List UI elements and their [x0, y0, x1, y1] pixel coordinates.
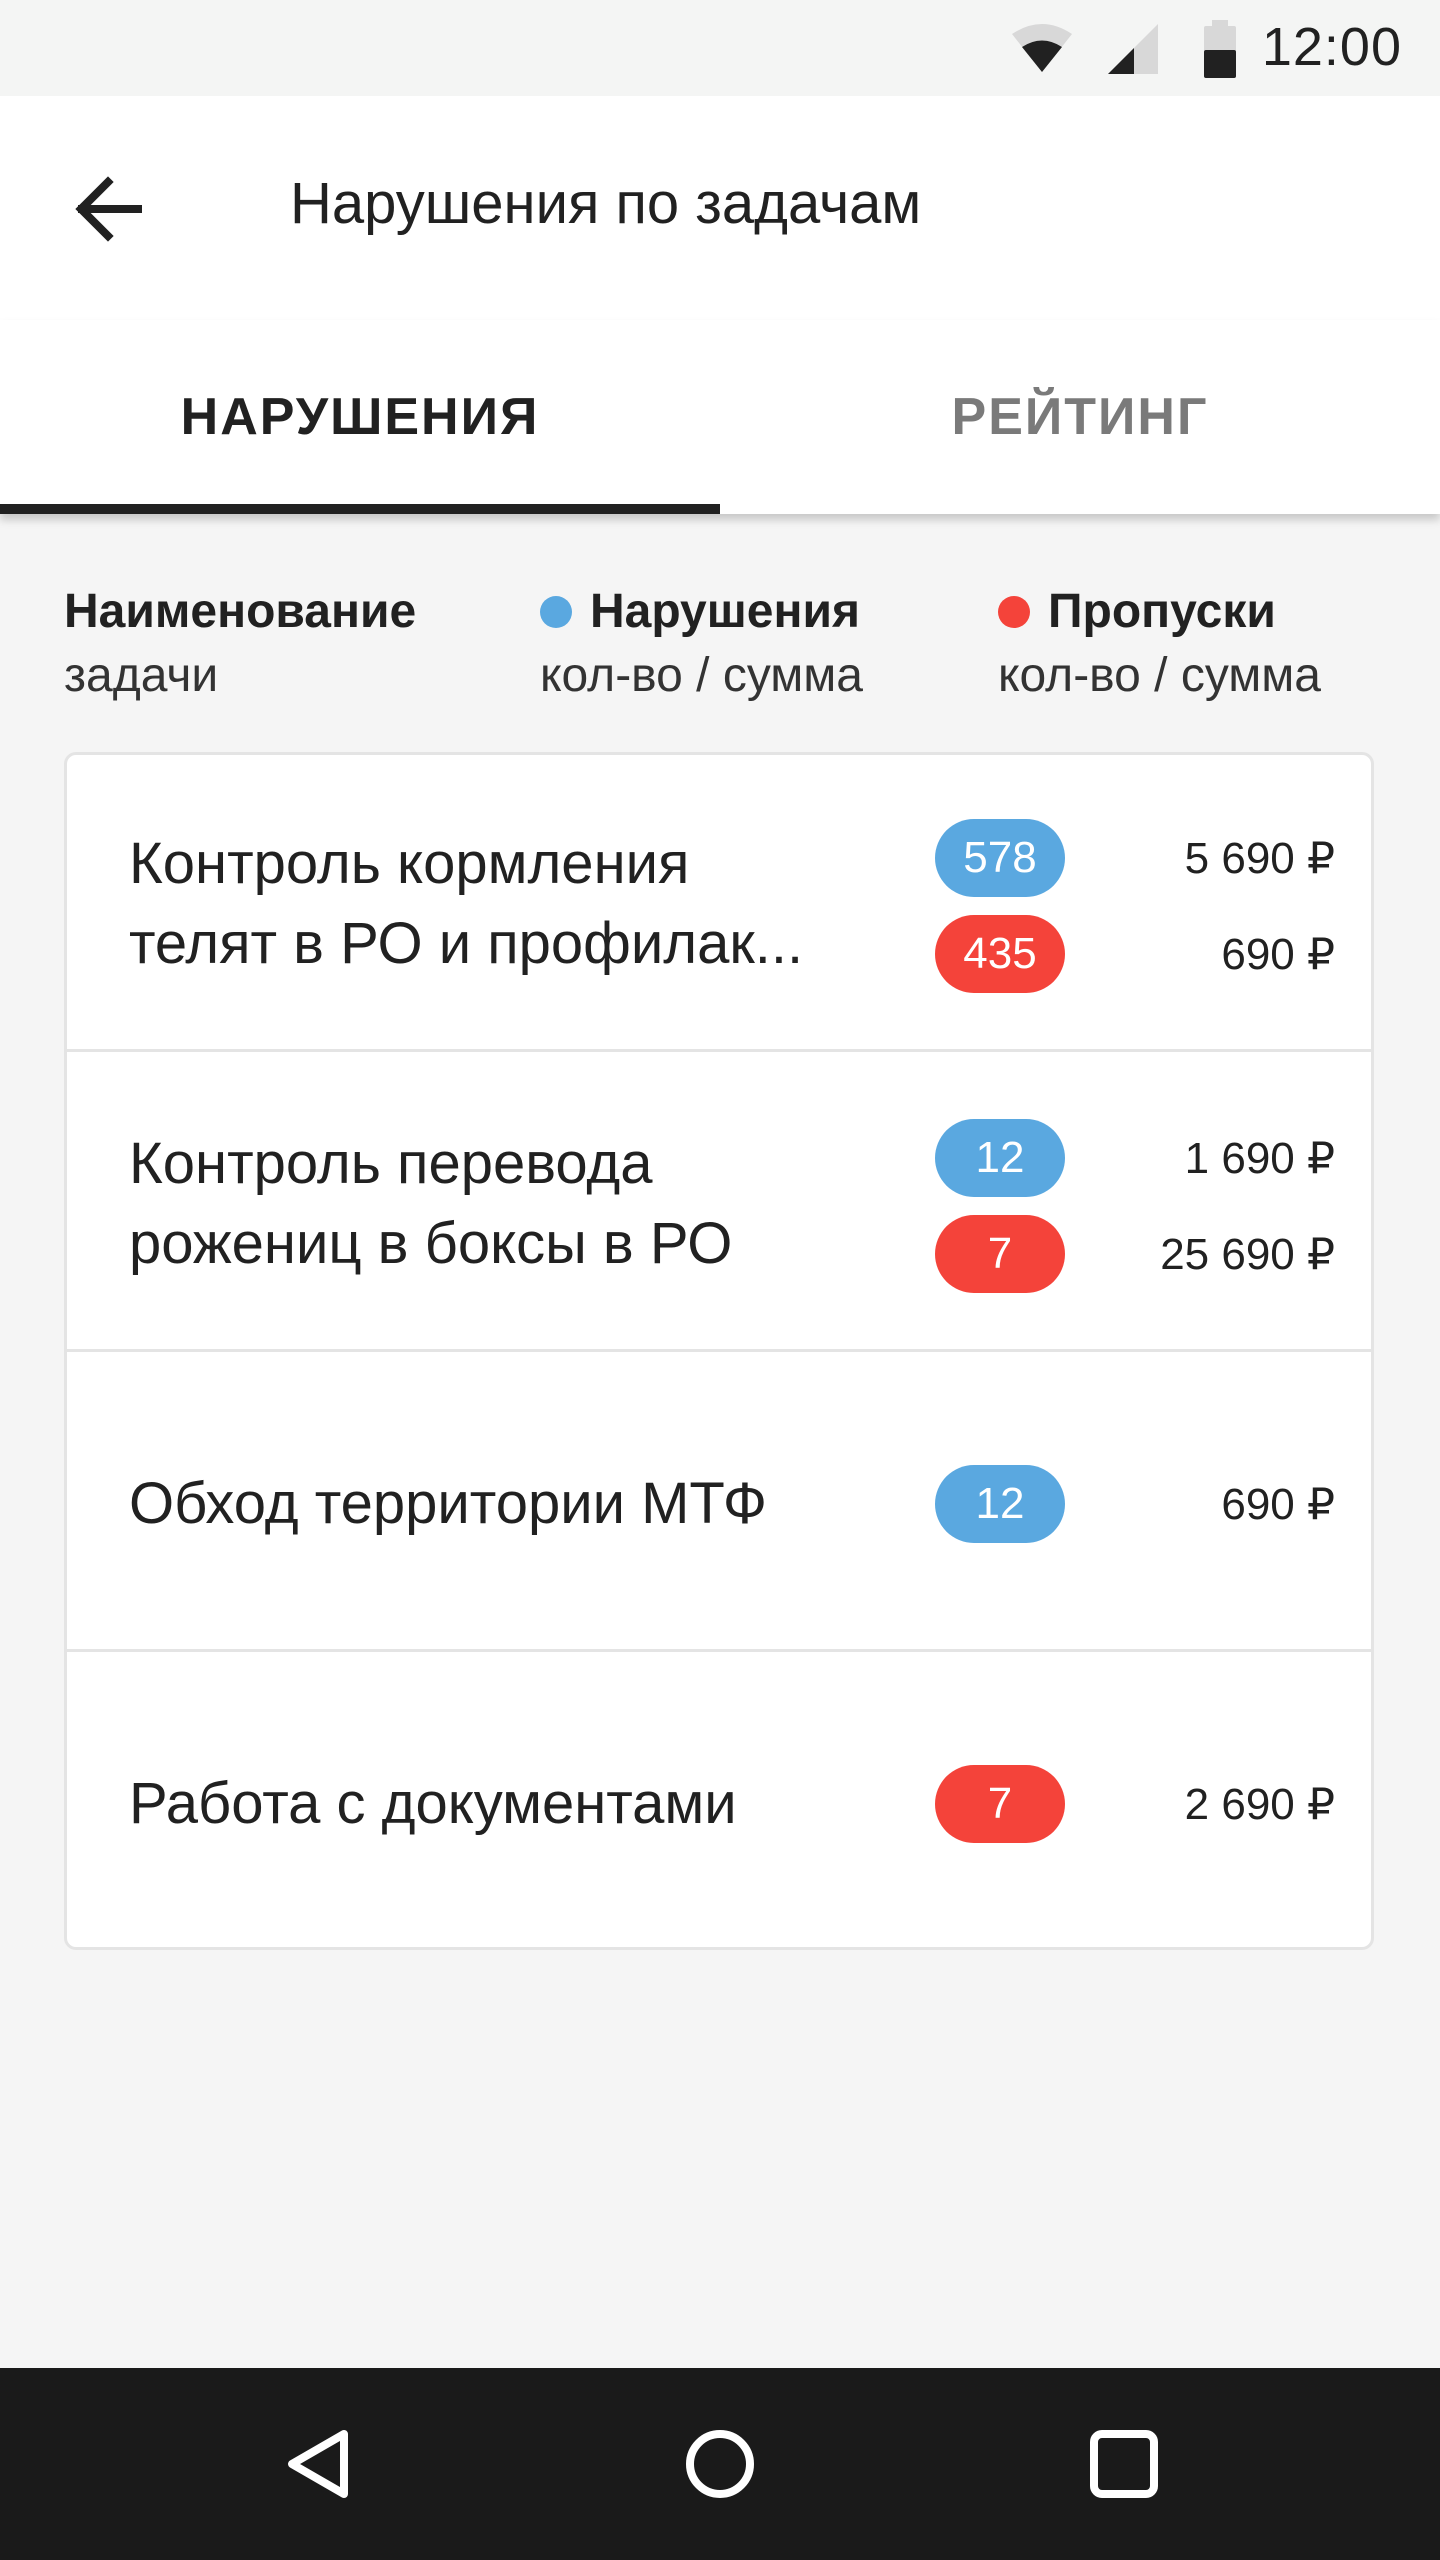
tab-violations-label: НАРУШЕНИЯ: [180, 388, 540, 446]
violations-sum: 5 690 ₽: [1184, 833, 1335, 883]
task-row[interactable]: Обход территории МТФ 12 690 ₽: [67, 1355, 1371, 1652]
misses-sum: 25 690 ₽: [1160, 1229, 1335, 1279]
violations-pair: 12 1 690 ₽: [935, 1119, 1335, 1199]
misses-count-badge: 7: [935, 1765, 1065, 1843]
nav-back-icon[interactable]: [260, 2404, 380, 2524]
column-violations-subtitle: кол-во / сумма: [540, 649, 863, 702]
misses-pair: 7 25 690 ₽: [935, 1215, 1335, 1295]
violations-pair: 12 690 ₽: [935, 1465, 1335, 1545]
tab-rating[interactable]: РЕЙТИНГ: [720, 320, 1440, 514]
cell-signal-icon: [1108, 24, 1158, 74]
system-nav-bar: [0, 2368, 1440, 2560]
task-name: Контроль кормления телят в РО и профилак…: [129, 755, 949, 1052]
task-name-line: Контроль кормления: [129, 830, 690, 896]
column-misses-subtitle: кол-во / сумма: [998, 649, 1321, 702]
column-header-violations: Нарушения кол-во / сумма: [540, 580, 863, 708]
column-misses-title: Пропуски: [1048, 585, 1276, 638]
violations-count-badge: 12: [935, 1465, 1065, 1543]
task-name-line: рожениц в боксы в РО: [129, 1210, 733, 1276]
nav-home-icon[interactable]: [660, 2404, 780, 2524]
arrow-back-icon: [75, 176, 142, 242]
misses-sum: 690 ₽: [1221, 929, 1335, 979]
column-name-title: Наименование: [64, 585, 417, 638]
misses-legend-dot: [998, 596, 1030, 628]
tab-rating-label: РЕЙТИНГ: [951, 388, 1209, 446]
violations-pair: 578 5 690 ₽: [935, 819, 1335, 899]
status-bar: 12:00: [0, 0, 1440, 96]
wifi-icon: [1012, 24, 1072, 72]
violations-sum: 690 ₽: [1221, 1479, 1335, 1529]
task-name-line: Контроль перевода: [129, 1130, 653, 1196]
misses-pair: 435 690 ₽: [935, 915, 1335, 995]
misses-count-badge: 7: [935, 1215, 1065, 1293]
violations-sum: 1 690 ₽: [1184, 1133, 1335, 1183]
task-name: Обход территории МТФ: [129, 1355, 949, 1652]
page-title: Нарушения по задачам: [290, 171, 922, 236]
task-row[interactable]: Контроль кормления телят в РО и профилак…: [67, 755, 1371, 1052]
battery-icon: [1204, 20, 1236, 78]
column-name-subtitle: задачи: [64, 649, 219, 702]
task-row[interactable]: Контроль перевода рожениц в боксы в РО 1…: [67, 1055, 1371, 1352]
task-name-line: телят в РО и профилак...: [129, 910, 804, 976]
tab-violations[interactable]: НАРУШЕНИЯ: [0, 320, 720, 514]
misses-sum: 2 690 ₽: [1184, 1779, 1335, 1829]
task-name-line: Работа с документами: [129, 1770, 737, 1836]
misses-count-badge: 435: [935, 915, 1065, 993]
misses-pair: 7 2 690 ₽: [935, 1765, 1335, 1845]
task-list: Контроль кормления телят в РО и профилак…: [64, 752, 1374, 1950]
violations-count-badge: 578: [935, 819, 1065, 897]
column-header-name: Наименование задачи: [64, 580, 416, 708]
violations-legend-dot: [540, 596, 572, 628]
column-violations-title: Нарушения: [590, 585, 860, 638]
back-button[interactable]: [58, 154, 168, 264]
tab-indicator: [0, 504, 720, 514]
column-header-misses: Пропуски кол-во / сумма: [998, 580, 1321, 708]
violations-count-badge: 12: [935, 1119, 1065, 1197]
status-time: 12:00: [1261, 17, 1402, 77]
task-name: Контроль перевода рожениц в боксы в РО: [129, 1055, 949, 1352]
task-name-line: Обход территории МТФ: [129, 1470, 768, 1536]
task-name: Работа с документами: [129, 1655, 949, 1947]
tab-bar: НАРУШЕНИЯ РЕЙТИНГ: [0, 320, 1440, 514]
task-row[interactable]: Работа с документами 7 2 690 ₽: [67, 1655, 1371, 1947]
column-headers: Наименование задачи Нарушения кол-во / с…: [0, 570, 1440, 710]
nav-recents-icon[interactable]: [1064, 2404, 1184, 2524]
